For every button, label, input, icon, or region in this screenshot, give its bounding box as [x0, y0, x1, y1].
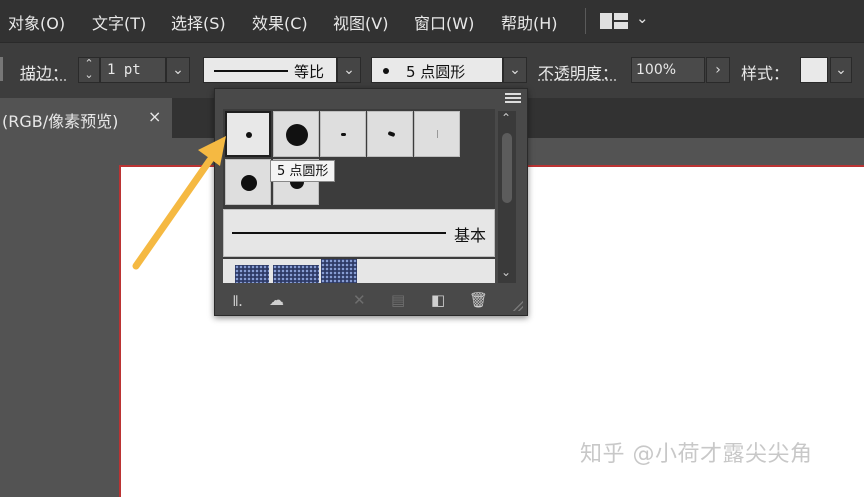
brush-definition-dropdown[interactable]: ⌄ [503, 57, 527, 83]
pattern-brush-3[interactable] [321, 259, 357, 283]
brush-library-icon[interactable]: 𝍪. [233, 291, 243, 316]
brush-large-round[interactable] [273, 111, 319, 157]
scroll-up-icon[interactable]: ⌃ [501, 111, 511, 125]
menu-object[interactable]: 对象(O) [8, 10, 65, 34]
brush-basic[interactable]: 基本 [223, 209, 495, 257]
pattern-brushes[interactable] [223, 259, 495, 283]
brush-angled-oval[interactable] [367, 111, 413, 157]
stroke-label[interactable]: 描边： [20, 60, 68, 84]
brush-panel: 基本 ⌃ ⌄ 𝍪. ☁ ✕ ▤ ◧ 🗑 [214, 88, 528, 316]
brush-5pt-round[interactable] [225, 111, 271, 157]
document-tab-label: (RGB/像素预览) [2, 112, 119, 131]
brush-definition[interactable]: 5 点圆形 [371, 57, 503, 83]
profile-label: 等比 [294, 63, 325, 81]
variable-width-profile[interactable]: 等比 [203, 57, 337, 83]
opacity-label[interactable]: 不透明度： [538, 60, 618, 84]
style-label: 样式： [741, 64, 790, 83]
scroll-thumb[interactable] [502, 133, 512, 203]
document-tab[interactable]: (RGB/像素预览) × [0, 98, 172, 138]
brush-definition-value: 5 点圆形 [406, 63, 466, 81]
menu-view[interactable]: 视图(V) [333, 10, 388, 34]
menu-window[interactable]: 窗口(W) [414, 10, 474, 34]
opacity-field[interactable]: 100% [631, 57, 705, 83]
profile-dropdown[interactable]: ⌄ [337, 57, 361, 83]
scroll-down-icon[interactable]: ⌄ [501, 265, 511, 279]
panel-menu-icon[interactable] [505, 93, 521, 105]
menu-select[interactable]: 选择(S) [171, 10, 226, 34]
pattern-brush-1[interactable] [235, 265, 269, 283]
brush-small-oval[interactable] [320, 111, 366, 157]
opacity-arrow-button[interactable]: › [706, 57, 730, 83]
chevron-down-icon[interactable]: ⌄ [636, 9, 649, 27]
panel-grip [0, 57, 3, 81]
panel-footer: 𝍪. ☁ ✕ ▤ ◧ 🗑 [215, 287, 527, 315]
brush-tooltip: 5 点圆形 [270, 160, 336, 182]
graphic-style-swatch[interactable] [800, 57, 828, 83]
creative-cloud-libraries-icon[interactable]: ☁ [269, 291, 284, 309]
resize-grip[interactable] [513, 301, 523, 311]
menu-bar: 对象(O) 文字(T) 选择(S) 效果(C) 视图(V) 窗口(W) 帮助(H… [0, 0, 864, 42]
workspace-switcher-icon[interactable] [600, 13, 628, 29]
stroke-stepper[interactable]: ⌃ ⌄ [78, 57, 100, 83]
brush-thin[interactable] [414, 111, 460, 157]
menu-help[interactable]: 帮助(H) [501, 10, 558, 34]
graphic-style-dropdown[interactable]: ⌄ [830, 57, 852, 83]
brush-list: 基本 [223, 109, 495, 283]
brush-basic-label: 基本 [454, 226, 487, 245]
brush-list-scrollbar[interactable]: ⌃ ⌄ [498, 111, 516, 283]
menu-effect[interactable]: 效果(C) [252, 10, 308, 34]
close-icon[interactable]: × [148, 107, 161, 126]
delete-brush-icon[interactable]: 🗑 [469, 291, 488, 309]
new-brush-icon[interactable]: ◧ [431, 291, 445, 309]
stroke-weight-value: 1 pt [107, 62, 141, 78]
pattern-brush-2[interactable] [273, 265, 319, 283]
opacity-value: 100% [636, 62, 677, 78]
brush-round-medium[interactable] [225, 159, 271, 205]
stroke-weight-dropdown[interactable]: ⌄ [166, 57, 190, 83]
watermark: 知乎 @小荷才露尖尖角 [580, 442, 813, 467]
stroke-weight-field[interactable]: 1 pt [100, 57, 166, 83]
remove-stroke-icon[interactable]: ✕ [353, 291, 366, 309]
menu-divider [585, 8, 586, 34]
menu-type[interactable]: 文字(T) [92, 10, 146, 34]
options-icon[interactable]: ▤ [391, 291, 405, 309]
